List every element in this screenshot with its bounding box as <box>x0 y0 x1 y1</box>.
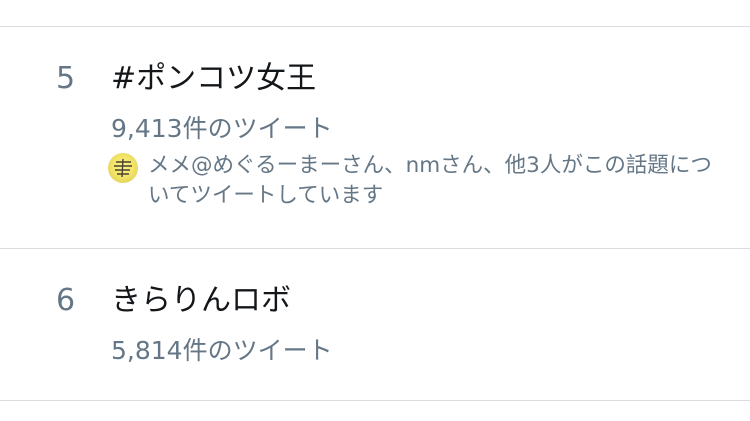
trend-context-text: メメ@めぐるーまーさん、nmさん、他3人がこの話題についてツイートしています <box>148 153 712 208</box>
trend-tweet-count: 5,814件のツイート <box>111 336 333 365</box>
trend-item-5[interactable]: 5 #ポンコツ女王 9,413件のツイート メメ@めぐるーまーさん、nmさん、他… <box>0 27 750 248</box>
trends-list: 5 #ポンコツ女王 9,413件のツイート メメ@めぐるーまーさん、nmさん、他… <box>0 0 750 421</box>
trend-context: メメ@めぐるーまーさん、nmさん、他3人がこの話題についてツイートしています <box>108 151 723 213</box>
trend-title: きらりんロボ <box>111 283 291 318</box>
trend-rank: 5 <box>56 61 76 96</box>
trend-item-6[interactable]: 6 きらりんロボ 5,814件のツイート <box>0 249 750 400</box>
trend-tweet-count: 9,413件のツイート <box>111 114 333 143</box>
user-avatar-icon <box>108 153 138 183</box>
trend-title: #ポンコツ女王 <box>111 61 317 96</box>
trend-rank: 6 <box>56 283 76 318</box>
divider-bottom <box>0 400 750 401</box>
